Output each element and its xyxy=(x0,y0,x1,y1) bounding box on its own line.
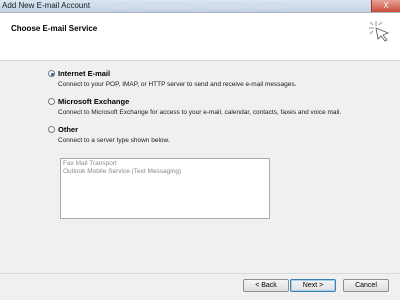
back-button[interactable]: < Back xyxy=(243,279,289,292)
wizard-header: Choose E-mail Service xyxy=(0,13,400,61)
title-bar: Add New E-mail Account X xyxy=(0,0,400,12)
server-type-list[interactable]: Fax Mail Transport Outlook Mobile Servic… xyxy=(60,158,270,219)
option-description: Connect to your POP, IMAP, or HTTP serve… xyxy=(58,81,297,88)
window-title: Add New E-mail Account xyxy=(2,1,91,10)
next-button[interactable]: Next > xyxy=(290,279,336,292)
dialog-window: Choose E-mail Service Internet E-mail Co… xyxy=(0,12,400,300)
close-button[interactable]: X xyxy=(371,0,400,12)
internet-email-radio[interactable] xyxy=(48,70,55,77)
background-window-ghost xyxy=(255,2,285,9)
microsoft-exchange-radio[interactable] xyxy=(48,98,55,105)
option-label: Microsoft Exchange xyxy=(58,97,130,106)
cancel-button[interactable]: Cancel xyxy=(343,279,389,292)
list-item[interactable]: Outlook Mobile Service (Text Messaging) xyxy=(63,168,267,176)
footer-divider xyxy=(0,273,400,274)
background-window-ghost xyxy=(112,2,132,9)
option-description: Connect to Microsoft Exchange for access… xyxy=(58,109,342,116)
background-window-ghost xyxy=(205,2,245,9)
option-label: Internet E-mail xyxy=(58,69,111,78)
other-radio[interactable] xyxy=(48,126,55,133)
option-label: Other xyxy=(58,125,79,134)
list-item[interactable]: Fax Mail Transport xyxy=(63,160,267,168)
option-description: Connect to a server type shown below. xyxy=(58,137,170,144)
page-title: Choose E-mail Service xyxy=(11,24,98,33)
wizard-sparkle-icon xyxy=(369,21,390,42)
close-icon: X xyxy=(383,1,389,10)
background-window-ghost xyxy=(142,2,192,9)
